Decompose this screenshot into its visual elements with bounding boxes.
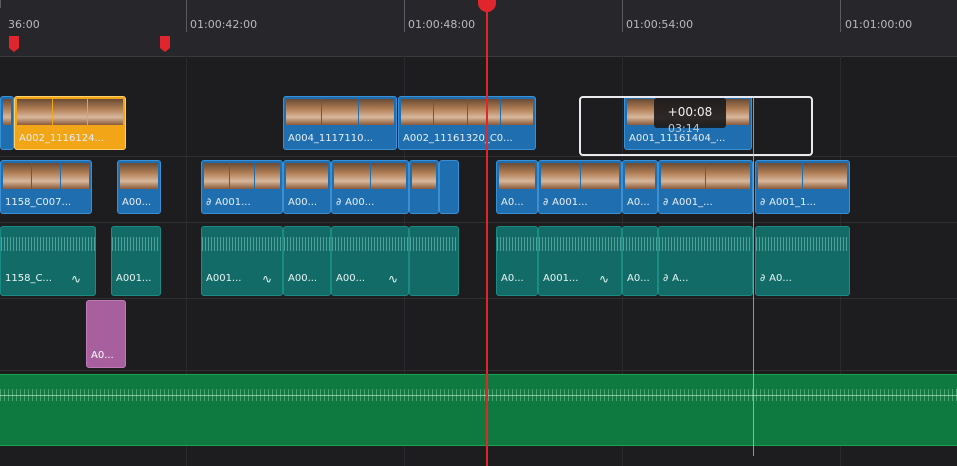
fade-curve-icon: ∿	[262, 272, 273, 286]
video-clip[interactable]	[0, 96, 14, 150]
link-icon: ∂	[543, 197, 549, 208]
track-separator	[0, 222, 957, 223]
video-clip[interactable]: ∂ A001...	[201, 160, 283, 214]
clip-label: ∂ A001...	[206, 197, 251, 208]
clip-label: ∂ A001_...	[663, 197, 713, 208]
clip-label: A00...	[288, 197, 318, 208]
video-clip[interactable]: A0...	[622, 160, 658, 214]
video-clip[interactable]	[439, 160, 459, 214]
clip-label: 1158_C007...	[5, 197, 72, 208]
clip-label: A001...	[116, 273, 152, 284]
audio-clip[interactable]: A00...	[283, 226, 331, 296]
clip-label: ∂ A001_1...	[760, 197, 816, 208]
ruler-timecode: 01:00:48:00	[408, 18, 476, 31]
edit-point-line[interactable]	[753, 96, 754, 456]
audio-clip[interactable]: ∂ A...	[658, 226, 753, 296]
clip-label: A0...	[627, 197, 650, 208]
link-icon: ∂	[663, 273, 669, 284]
clip-label: A004_1117110...	[288, 133, 373, 144]
audio-clip[interactable]: A0...	[622, 226, 658, 296]
link-icon: ∂	[336, 197, 342, 208]
ruler-timecode: 01:01:00:00	[845, 18, 913, 31]
clip-label: A0...	[91, 350, 114, 361]
ruler-tick	[0, 0, 1, 8]
clip-label: ∂ A...	[663, 273, 689, 284]
clip-label: A002_1116124...	[19, 133, 104, 144]
audio-clip[interactable]: A0...	[496, 226, 538, 296]
audio-clip[interactable]: ∂ A0...	[755, 226, 850, 296]
video-clip[interactable]: A00...	[117, 160, 161, 214]
ruler-timecode: 01:00:54:00	[626, 18, 694, 31]
music-track-clip[interactable]	[0, 374, 957, 446]
video-clip[interactable]: A0...	[496, 160, 538, 214]
audio-clip[interactable]: A001... ∿	[201, 226, 283, 296]
clip-label: A001...	[206, 273, 242, 284]
ruler-tick	[186, 0, 187, 32]
link-icon: ∂	[760, 197, 766, 208]
fade-curve-icon: ∿	[388, 272, 399, 286]
clip-label: ∂ A00...	[336, 197, 375, 208]
ruler-tick	[622, 0, 623, 32]
video-clip[interactable]: A004_1117110...	[283, 96, 397, 150]
audio-clip[interactable]: A001...	[111, 226, 161, 296]
video-clip[interactable]: ∂ A00...	[331, 160, 409, 214]
timeline[interactable]: 36:00 01:00:42:00 01:00:48:00 01:00:54:0…	[0, 0, 957, 466]
video-clip[interactable]: 1158_C007...	[0, 160, 92, 214]
clip-label: ∂ A0...	[760, 273, 792, 284]
video-clip-selected[interactable]: A002_1116124...	[14, 96, 126, 150]
fade-curve-icon: ∿	[599, 272, 610, 286]
clip-label: A00...	[288, 273, 318, 284]
clip-label: A0...	[501, 273, 524, 284]
ruler-tick	[404, 0, 405, 32]
clip-label: ∂ A001...	[543, 197, 588, 208]
audio-clip[interactable]	[409, 226, 459, 296]
audio-clip-pink[interactable]: A0...	[86, 300, 126, 368]
link-icon: ∂	[206, 197, 212, 208]
video-clip[interactable]: ∂ A001_1...	[755, 160, 850, 214]
clip-label: 1158_C...	[5, 273, 52, 284]
timeline-marker[interactable]	[9, 36, 19, 52]
track-separator	[0, 156, 957, 157]
ruler-tick	[840, 0, 841, 32]
video-clip[interactable]: ∂ A001_...	[658, 160, 753, 214]
track-separator	[0, 370, 957, 371]
video-clip[interactable]	[409, 160, 439, 214]
clip-label: A0...	[501, 197, 524, 208]
clip-label: A0...	[627, 273, 650, 284]
video-clip[interactable]: A00...	[283, 160, 331, 214]
video-clip[interactable]: A002_11161320_C0...	[398, 96, 536, 150]
ruler-timecode: 36:00	[8, 18, 40, 31]
clip-label: A001...	[543, 273, 579, 284]
video-clip[interactable]: ∂ A001...	[538, 160, 622, 214]
clip-label: A00...	[122, 197, 152, 208]
audio-clip[interactable]: A001... ∿	[538, 226, 622, 296]
link-icon: ∂	[663, 197, 669, 208]
timecode-ruler[interactable]: 36:00 01:00:42:00 01:00:48:00 01:00:54:0…	[0, 0, 957, 57]
link-icon: ∂	[760, 273, 766, 284]
audio-clip[interactable]: A00... ∿	[331, 226, 409, 296]
clip-label: A00...	[336, 273, 366, 284]
clip-label: A002_11161320_C0...	[403, 133, 513, 144]
trim-duration-readout: 03:14	[668, 122, 700, 135]
fade-curve-icon: ∿	[71, 272, 82, 286]
audio-clip[interactable]: 1158_C... ∿	[0, 226, 96, 296]
timeline-marker[interactable]	[160, 36, 170, 52]
ruler-timecode: 01:00:42:00	[190, 18, 258, 31]
track-separator	[0, 298, 957, 299]
playhead-line[interactable]	[486, 0, 488, 466]
